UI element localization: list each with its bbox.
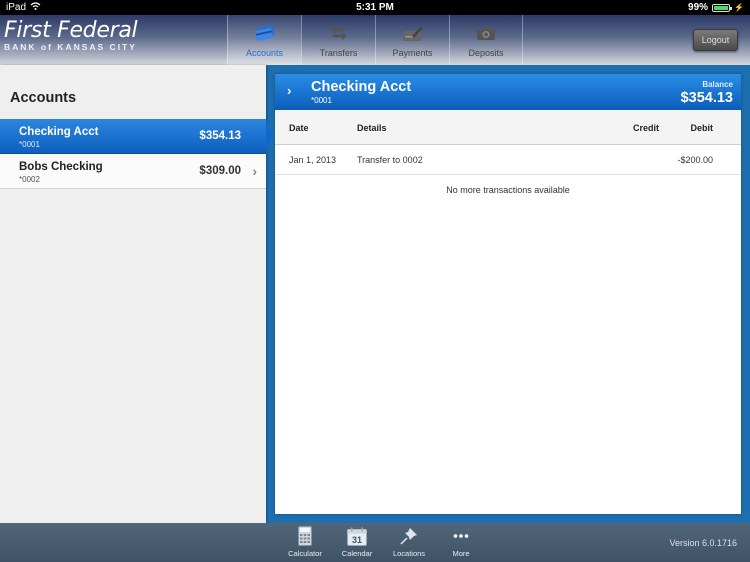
battery-icon xyxy=(712,3,733,12)
transactions-header: Date Details Credit Debit xyxy=(275,110,741,145)
app-header: First Federal BANK of KANSAS CITY Accoun… xyxy=(0,15,750,65)
column-date[interactable]: Date xyxy=(289,123,309,133)
pushpin-icon xyxy=(399,525,419,547)
tool-label: More xyxy=(452,549,470,558)
column-debit[interactable]: Debit xyxy=(691,123,714,133)
accounts-sidebar: Accounts Checking Acct *0001 $354.13 Bob… xyxy=(0,65,273,523)
brand-subtitle: BANK of KANSAS CITY xyxy=(4,42,137,52)
balance-label: Balance xyxy=(702,80,733,89)
no-more-transactions: No more transactions available xyxy=(446,185,570,195)
transfer-arrows-icon xyxy=(328,24,350,42)
logout-button[interactable]: Logout xyxy=(693,29,738,51)
tab-label: Deposits xyxy=(468,48,504,58)
tool-calendar[interactable]: 31 Calendar xyxy=(331,525,383,558)
sidebar-title: Accounts xyxy=(10,90,77,106)
main-area: Accounts Checking Acct *0001 $354.13 Bob… xyxy=(0,65,750,523)
tool-more[interactable]: More xyxy=(435,525,487,558)
battery-percent: 99% xyxy=(688,2,709,13)
account-list: Checking Acct *0001 $354.13 Bobs Checkin… xyxy=(0,119,273,189)
transaction-debit: -$200.00 xyxy=(677,155,713,165)
tab-label: Payments xyxy=(392,48,433,58)
tab-accounts[interactable]: Accounts xyxy=(227,15,301,65)
account-detail-header: › Checking Acct *0001 Balance $354.13 xyxy=(275,74,741,110)
more-dots-icon xyxy=(453,525,469,547)
tool-calculator[interactable]: Calculator xyxy=(279,525,331,558)
calculator-icon xyxy=(298,525,312,547)
account-name: Bobs Checking xyxy=(19,161,103,173)
tool-label: Calculator xyxy=(288,549,322,558)
tool-locations[interactable]: Locations xyxy=(383,525,435,558)
main-tabs: Accounts Transfers Payments Deposits xyxy=(227,15,523,65)
account-item-bobs-checking[interactable]: Bobs Checking *0002 $309.00 › xyxy=(0,154,266,189)
clock: 5:31 PM xyxy=(356,2,394,13)
tab-label: Transfers xyxy=(319,48,358,58)
calendar-icon: 31 xyxy=(347,525,367,547)
tab-deposits[interactable]: Deposits xyxy=(449,15,523,65)
calendar-day: 31 xyxy=(352,535,362,545)
chevron-right-icon[interactable]: › xyxy=(287,83,291,98)
bottom-toolbar: Calculator 31 Calendar Locations More Ve… xyxy=(0,523,750,562)
column-credit[interactable]: Credit xyxy=(633,123,659,133)
chevron-right-icon: › xyxy=(252,163,257,179)
detail-account-name: Checking Acct xyxy=(311,79,412,95)
app-version: Version 6.0.1716 xyxy=(669,538,737,548)
tab-payments[interactable]: Payments xyxy=(375,15,449,65)
account-balance: $354.13 xyxy=(199,130,241,142)
charging-icon: ⚡ xyxy=(734,3,744,12)
account-detail-panel: › Checking Acct *0001 Balance $354.13 Da… xyxy=(275,74,741,514)
transaction-date: Jan 1, 2013 xyxy=(289,155,337,165)
brand-name: First Federal xyxy=(4,18,138,43)
camera-icon xyxy=(475,24,497,42)
account-item-checking-acct[interactable]: Checking Acct *0001 $354.13 xyxy=(0,119,273,154)
transaction-row[interactable]: Jan 1, 2013 Transfer to 0002 -$200.00 xyxy=(275,145,741,175)
tab-transfers[interactable]: Transfers xyxy=(301,15,375,65)
account-balance: $309.00 xyxy=(199,165,241,177)
transaction-details: Transfer to 0002 xyxy=(357,155,423,165)
account-number: *0002 xyxy=(19,175,40,184)
column-details[interactable]: Details xyxy=(357,123,387,133)
detail-account-number: *0001 xyxy=(311,96,332,105)
check-pen-icon xyxy=(402,24,424,42)
account-number: *0001 xyxy=(19,140,40,149)
tool-label: Locations xyxy=(392,549,426,558)
status-bar: iPad 5:31 PM 99% ⚡ xyxy=(0,0,750,15)
credit-card-icon xyxy=(254,24,276,42)
bank-logo: First Federal BANK of KANSAS CITY xyxy=(4,18,138,53)
tool-label: Calendar xyxy=(341,549,373,558)
account-name: Checking Acct xyxy=(19,126,99,138)
tab-label: Accounts xyxy=(245,48,284,58)
balance-value: $354.13 xyxy=(680,90,733,106)
